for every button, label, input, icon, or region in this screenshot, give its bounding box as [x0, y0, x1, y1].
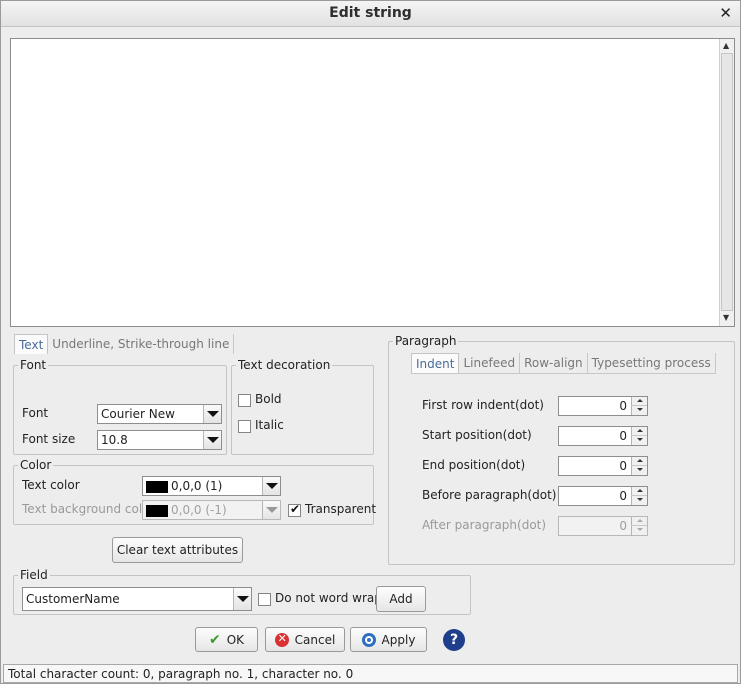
field-legend: Field [20, 568, 48, 582]
tab-indent[interactable]: Indent [411, 353, 460, 373]
field-select[interactable]: CustomerName [22, 587, 252, 611]
font-size-value: 10.8 [101, 433, 128, 447]
ok-button[interactable]: ✔ OK [195, 627, 258, 652]
text-tabs: Text Underline, Strike-through line [14, 334, 235, 354]
no-word-wrap-label: Do not word wrap [275, 591, 382, 605]
scrollbar-thumb[interactable] [721, 53, 733, 311]
chevron-down-icon[interactable] [233, 588, 251, 610]
before-paragraph-spinner[interactable]: 0 [558, 486, 648, 506]
dialog-title: Edit string [329, 5, 412, 21]
transparent-label: Transparent [305, 502, 377, 516]
first-row-indent-spinner[interactable]: 0 [558, 396, 648, 416]
string-text-area[interactable]: ▲ ▼ [10, 38, 735, 327]
chevron-down-icon[interactable] [262, 501, 280, 519]
transparent-checkbox[interactable]: ✔ [288, 502, 301, 517]
bg-color-value-wrap: 0,0,0 (-1) [146, 503, 227, 517]
cancel-button-label: Cancel [294, 632, 336, 647]
text-color-swatch [146, 480, 168, 493]
font-size-select[interactable]: 10.8 [97, 430, 222, 450]
text-bg-color-label: Text background color [22, 502, 155, 516]
text-color-value: 0,0,0 (1) [171, 479, 223, 493]
text-bg-color-select[interactable]: 0,0,0 (-1) [142, 500, 281, 520]
paragraph-tabs: Indent Linefeed Row-align Typesetting pr… [411, 353, 716, 373]
chevron-down-icon[interactable] [262, 477, 280, 495]
tab-typesetting-process[interactable]: Typesetting process [588, 353, 716, 373]
before-paragraph-label: Before paragraph(dot) [422, 488, 557, 502]
spinner-up-icon[interactable] [631, 397, 647, 406]
start-position-label: Start position(dot) [422, 428, 532, 442]
spinner-down-icon[interactable] [631, 406, 647, 415]
after-paragraph-spinner[interactable]: 0 [558, 516, 648, 536]
close-icon[interactable]: ✕ [719, 4, 732, 22]
text-color-value-wrap: 0,0,0 (1) [146, 479, 222, 493]
spinner-up-icon[interactable] [631, 487, 647, 496]
title-bar[interactable]: Edit string ✕ [1, 1, 740, 27]
chevron-down-icon[interactable] [203, 405, 221, 423]
start-position-value: 0 [619, 429, 627, 443]
apply-button[interactable]: Apply [350, 627, 427, 652]
edit-string-dialog: Edit string ✕ ▲ ▼ Text Underline, Strike… [0, 0, 741, 684]
font-select-value: Courier New [101, 407, 175, 421]
text-color-select[interactable]: 0,0,0 (1) [142, 476, 281, 496]
after-paragraph-label: After paragraph(dot) [422, 518, 547, 532]
no-word-wrap-checkbox[interactable] [258, 593, 271, 606]
end-position-label: End position(dot) [422, 458, 526, 472]
bg-color-value: 0,0,0 (-1) [171, 503, 227, 517]
cancel-button[interactable]: ✕ Cancel [265, 627, 345, 652]
color-group-legend: Color [20, 458, 52, 472]
checkmark-icon: ✔ [290, 502, 301, 516]
after-paragraph-value: 0 [619, 519, 627, 533]
spinner-down-icon[interactable] [631, 436, 647, 445]
spinner-down-icon[interactable] [631, 496, 647, 505]
text-decoration-legend: Text decoration [238, 358, 331, 372]
tab-underline-strike[interactable]: Underline, Strike-through line [48, 334, 235, 354]
field-select-value: CustomerName [26, 592, 120, 606]
cancel-icon: ✕ [274, 632, 289, 647]
status-bar: Total character count: 0, paragraph no. … [3, 664, 738, 683]
before-paragraph-value: 0 [619, 489, 627, 503]
paragraph-legend: Paragraph [395, 334, 457, 348]
tab-row-align[interactable]: Row-align [520, 353, 588, 373]
apply-icon [361, 632, 376, 647]
scroll-up-arrow-icon[interactable]: ▲ [723, 41, 729, 50]
font-group-legend: Font [20, 358, 47, 372]
chevron-down-icon[interactable] [203, 431, 221, 449]
italic-checkbox[interactable] [238, 420, 251, 433]
spinner-down-icon[interactable] [631, 466, 647, 475]
tab-text[interactable]: Text [14, 334, 49, 354]
apply-button-label: Apply [381, 632, 416, 647]
text-decoration-group: Text decoration [231, 358, 374, 455]
italic-label: Italic [255, 418, 284, 432]
spinner-down-icon[interactable] [631, 526, 647, 535]
checkmark-icon: ✔ [208, 631, 221, 648]
first-row-indent-value: 0 [619, 399, 627, 413]
text-color-label: Text color [22, 478, 80, 492]
bold-label: Bold [255, 392, 282, 406]
add-field-button[interactable]: Add [376, 586, 426, 612]
spinner-up-icon[interactable] [631, 427, 647, 436]
font-label: Font [22, 406, 49, 420]
vertical-scrollbar[interactable]: ▲ ▼ [719, 39, 734, 326]
ok-button-label: OK [226, 632, 245, 647]
font-size-label: Font size [22, 432, 76, 446]
spinner-up-icon[interactable] [631, 457, 647, 466]
first-row-indent-label: First row indent(dot) [422, 398, 544, 412]
bg-color-swatch [146, 504, 168, 517]
start-position-spinner[interactable]: 0 [558, 426, 648, 446]
end-position-spinner[interactable]: 0 [558, 456, 648, 476]
font-select[interactable]: Courier New [97, 404, 222, 424]
scroll-down-arrow-icon[interactable]: ▼ [723, 313, 729, 322]
bold-checkbox[interactable] [238, 394, 251, 407]
tab-linefeed[interactable]: Linefeed [459, 353, 521, 373]
clear-text-attributes-button[interactable]: Clear text attributes [112, 537, 243, 563]
end-position-value: 0 [619, 459, 627, 473]
tab-divider [411, 373, 716, 374]
spinner-up-icon[interactable] [631, 517, 647, 526]
help-icon[interactable]: ? [443, 629, 465, 651]
